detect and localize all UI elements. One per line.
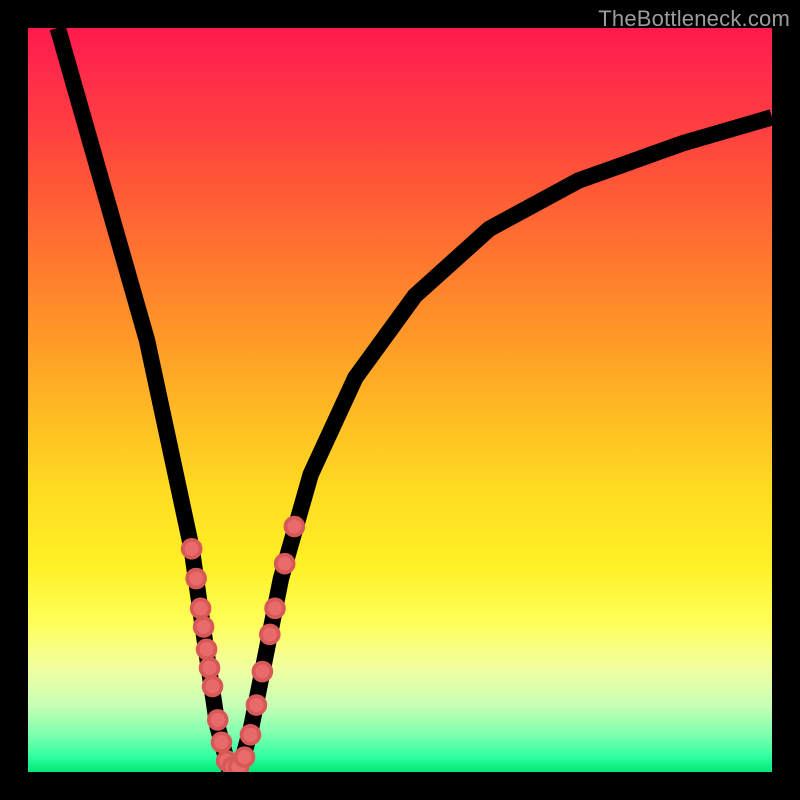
data-point [209,711,227,729]
data-point [236,748,254,766]
data-point [285,518,303,536]
data-point [195,618,213,636]
data-point [261,625,279,643]
data-point [253,663,271,681]
chart-frame: TheBottleneck.com [0,0,800,800]
data-point [198,640,216,658]
data-point [276,555,294,573]
data-point [242,726,260,744]
data-point [201,659,219,677]
data-point [247,696,265,714]
bottleneck-curve [58,28,772,768]
data-point [213,733,231,751]
watermark-text: TheBottleneck.com [598,6,790,32]
data-point [183,540,201,558]
data-point [266,599,284,617]
curve-svg [28,28,772,772]
data-point [204,678,222,696]
data-point [187,570,205,588]
plot-area [28,28,772,772]
data-point [192,599,210,617]
